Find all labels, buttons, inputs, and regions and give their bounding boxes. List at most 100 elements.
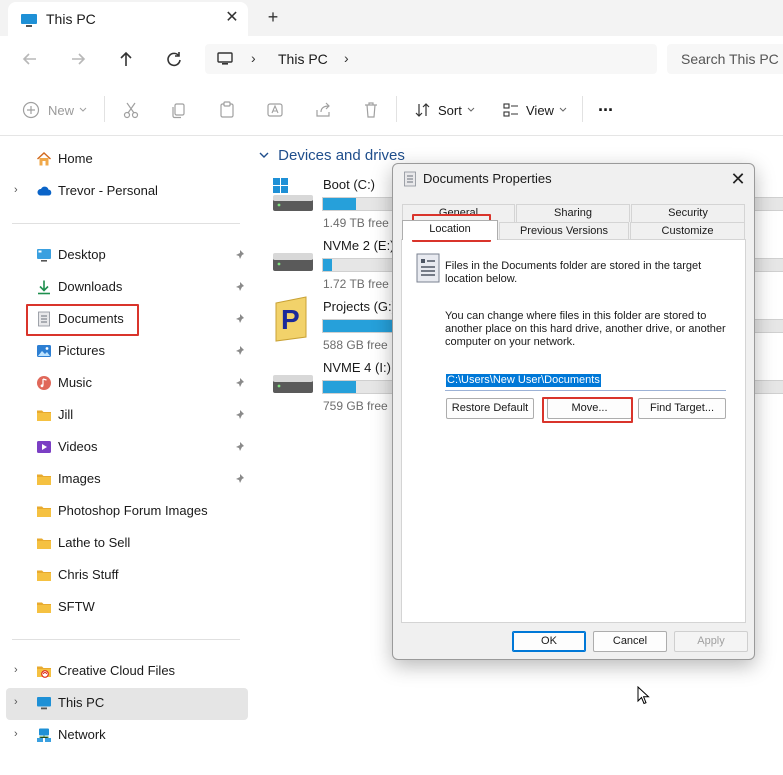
chevron-right-icon[interactable]: › (14, 664, 18, 676)
sidebar-item-onedrive[interactable]: › Trevor - Personal (6, 176, 248, 206)
folder-icon (37, 410, 51, 421)
cut-icon[interactable] (122, 98, 140, 122)
network-icon (37, 728, 51, 742)
up-arrow-icon[interactable] (114, 48, 138, 70)
mouse-cursor-icon (637, 686, 650, 705)
back-arrow-icon[interactable] (18, 48, 42, 70)
section-header[interactable]: Devices and drives (258, 147, 405, 164)
apply-button[interactable]: Apply (674, 631, 748, 652)
folder-icon (37, 602, 51, 613)
new-label: New (48, 102, 75, 118)
videos-icon (37, 441, 51, 453)
chevron-down-icon (559, 107, 567, 112)
restore-default-button[interactable]: Restore Default (446, 398, 534, 419)
drive-name: NVME 4 (I:) (323, 360, 391, 375)
title-tab-strip: This PC ✕ + (0, 0, 783, 36)
drive-icon (273, 375, 313, 393)
sidebar-item-this-pc[interactable]: › This PC (6, 688, 248, 720)
sidebar-item-lathe-to-sell[interactable]: Lathe to Sell (6, 528, 248, 558)
section-title: Devices and drives (278, 147, 405, 164)
paste-icon[interactable] (218, 98, 236, 122)
drive-name: Boot (C:) (323, 177, 376, 192)
pin-icon[interactable] (234, 249, 246, 261)
sidebar-item-creative-cloud[interactable]: › Creative Cloud Files (6, 656, 248, 686)
tab-this-pc[interactable]: This PC ✕ (8, 2, 248, 36)
pin-icon[interactable] (234, 409, 246, 421)
sidebar-item-network[interactable]: › Network (6, 720, 248, 750)
projects-drive-icon: P (275, 296, 307, 342)
forward-arrow-icon[interactable] (66, 48, 90, 70)
tab-location[interactable]: Location (402, 220, 498, 240)
navigation-pane: Home › Trevor - Personal Desktop Downloa… (0, 137, 250, 775)
sidebar-item-videos[interactable]: Videos (6, 432, 248, 462)
monitor-icon (21, 14, 37, 27)
sidebar-item-label: Photoshop Forum Images (58, 503, 208, 518)
rename-icon[interactable] (266, 98, 284, 122)
sidebar-item-documents[interactable]: Documents (6, 304, 248, 334)
tab-customize[interactable]: Customize (630, 222, 745, 240)
new-tab-button[interactable]: + (262, 6, 284, 28)
more-options-button[interactable]: ··· (598, 98, 614, 122)
search-input[interactable] (667, 44, 783, 74)
sidebar-item-music[interactable]: Music (6, 368, 248, 398)
close-icon[interactable]: ✕ (727, 168, 749, 190)
delete-icon[interactable] (362, 98, 380, 122)
breadcrumb-separator[interactable]: › (251, 50, 256, 66)
refresh-icon[interactable] (162, 48, 186, 70)
pin-icon[interactable] (234, 377, 246, 389)
pin-icon[interactable] (234, 345, 246, 357)
divider (104, 96, 105, 122)
download-icon (38, 280, 50, 295)
cancel-button[interactable]: Cancel (593, 631, 667, 652)
pin-icon[interactable] (234, 441, 246, 453)
breadcrumb-this-pc[interactable]: This PC (278, 51, 328, 67)
breadcrumb-separator[interactable]: › (344, 50, 349, 66)
sidebar-item-images[interactable]: Images (6, 464, 248, 494)
sidebar-item-label: Chris Stuff (58, 567, 119, 582)
sort-label: Sort (438, 102, 462, 118)
sidebar-item-sftw[interactable]: SFTW (6, 592, 248, 622)
chevron-down-icon (467, 107, 475, 112)
sidebar-item-jill[interactable]: Jill (6, 400, 248, 430)
pin-icon[interactable] (234, 313, 246, 325)
find-target-button[interactable]: Find Target... (638, 398, 726, 419)
sidebar-item-desktop[interactable]: Desktop (6, 240, 248, 270)
sidebar-item-label: Downloads (58, 279, 123, 294)
info-line-2: location below. (445, 273, 518, 285)
sidebar-item-chris-stuff[interactable]: Chris Stuff (6, 560, 248, 590)
divider (582, 96, 583, 122)
windows-drive-icon (273, 178, 313, 211)
tab-previous-versions[interactable]: Previous Versions (499, 222, 629, 240)
sidebar-item-downloads[interactable]: Downloads (6, 272, 248, 302)
sort-button[interactable]: Sort (414, 98, 475, 122)
sidebar-item-label: Creative Cloud Files (58, 663, 176, 678)
sidebar-item-label: Trevor - Personal (58, 183, 158, 198)
sidebar-item-home[interactable]: Home (6, 144, 248, 174)
sidebar-item-label: Music (58, 375, 92, 390)
sidebar-item-photoshop-forum-images[interactable]: Photoshop Forum Images (6, 496, 248, 526)
pin-icon[interactable] (234, 281, 246, 293)
new-button[interactable]: New (22, 98, 87, 122)
sidebar-item-pictures[interactable]: Pictures (6, 336, 248, 366)
tab-security[interactable]: Security (631, 204, 745, 222)
drive-free-space: 1.72 TB free (323, 277, 389, 291)
ok-button[interactable]: OK (512, 631, 586, 652)
location-path-field[interactable]: C:\Users\New User\Documents (445, 372, 726, 391)
move-button[interactable]: Move... (547, 398, 632, 419)
monitor-icon (217, 52, 233, 65)
description-line-3: computer on your network. (445, 336, 576, 348)
drive-free-space: 759 GB free (323, 399, 388, 413)
chevron-right-icon[interactable]: › (14, 728, 18, 740)
divider (396, 96, 397, 122)
copy-icon[interactable] (170, 98, 188, 122)
chevron-right-icon[interactable]: › (14, 184, 18, 196)
view-button[interactable]: View (502, 98, 567, 122)
close-tab-icon[interactable]: ✕ (222, 8, 242, 28)
address-field[interactable]: › This PC › (205, 44, 657, 74)
pin-icon[interactable] (234, 473, 246, 485)
share-icon[interactable] (314, 98, 332, 122)
document-icon (38, 311, 50, 327)
chevron-right-icon[interactable]: › (14, 696, 18, 708)
tab-sharing[interactable]: Sharing (516, 204, 630, 222)
view-icon (503, 103, 518, 117)
